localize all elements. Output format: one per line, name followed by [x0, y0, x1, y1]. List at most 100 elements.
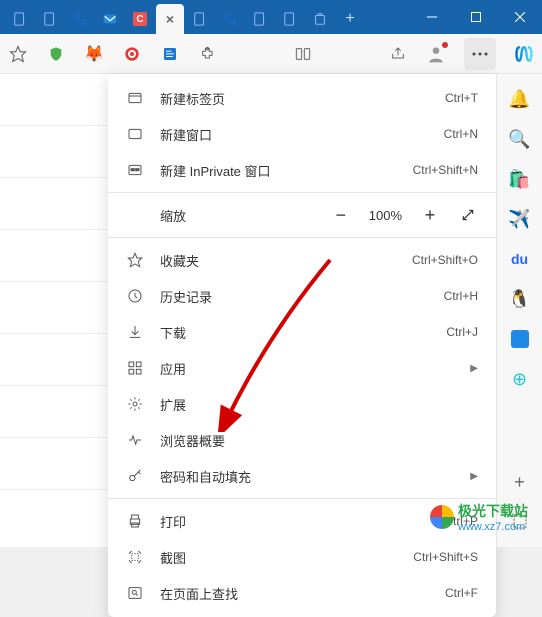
menu-label: 下载 [160, 323, 446, 342]
tab-item[interactable]: C [126, 4, 154, 34]
copilot-icon[interactable] [514, 44, 534, 64]
collections-icon[interactable] [160, 44, 180, 64]
shopping-icon[interactable]: 🛍️ [509, 168, 531, 190]
menu-browser-essentials[interactable]: 浏览器概要 [108, 422, 496, 458]
menu-separator [108, 498, 496, 499]
menu-shortcut: Ctrl+J [446, 325, 478, 339]
tab-item[interactable] [6, 4, 34, 34]
titlebar: 🐾 C × 🐾 + [0, 0, 542, 34]
menu-favorites[interactable]: 收藏夹 Ctrl+Shift+O [108, 242, 496, 278]
baidu-icon[interactable]: du [509, 248, 531, 270]
apps-icon [126, 359, 144, 377]
shield-icon[interactable] [46, 44, 66, 64]
menu-shortcut: Ctrl+H [444, 289, 478, 303]
find-icon [126, 584, 144, 602]
print-icon [126, 512, 144, 530]
new-tab-icon [126, 89, 144, 107]
cat-icon[interactable]: 🦊 [84, 44, 104, 64]
menu-history[interactable]: 历史记录 Ctrl+H [108, 278, 496, 314]
new-tab-button[interactable]: + [336, 4, 364, 34]
menu-label: 新建标签页 [160, 89, 445, 108]
toolbar: 🦊 [0, 34, 542, 74]
tab-item-active[interactable]: × [156, 4, 184, 34]
zoom-out-button[interactable]: − [331, 205, 351, 225]
menu-passwords[interactable]: 密码和自动填充 ▶ [108, 458, 496, 494]
tab-item[interactable] [246, 4, 274, 34]
profile-icon[interactable] [426, 44, 446, 64]
menu-new-inprivate[interactable]: 新建 InPrivate 窗口 Ctrl+Shift+N [108, 152, 496, 188]
qq-icon[interactable]: 🐧 [509, 288, 531, 310]
bell-icon[interactable]: 🔔 [509, 88, 531, 110]
send-icon[interactable]: ✈️ [509, 208, 531, 230]
right-sidebar: 🔔 🔍 🛍️ ✈️ du 🐧 ⊕ + [496, 74, 542, 547]
zoom-value: 100% [369, 208, 402, 223]
key-icon [126, 467, 144, 485]
puzzle-icon[interactable] [198, 44, 218, 64]
menu-label: 打印 [160, 512, 444, 531]
window-controls [410, 0, 542, 34]
new-window-icon [126, 125, 144, 143]
menu-label: 截图 [160, 548, 413, 567]
pulse-icon [126, 431, 144, 449]
extensions-icon [126, 395, 144, 413]
menu-screenshot[interactable]: 截图 Ctrl+Shift+S [108, 539, 496, 575]
cloud-icon[interactable]: ⊕ [509, 368, 531, 390]
fullscreen-button[interactable] [458, 205, 478, 225]
inprivate-icon [126, 161, 144, 179]
tab-item[interactable]: 🐾 [216, 4, 244, 34]
tab-item[interactable]: 🐾 [66, 4, 94, 34]
tab-item[interactable] [306, 4, 334, 34]
menu-extensions[interactable]: 扩展 [108, 386, 496, 422]
menu-label: 新建窗口 [160, 125, 444, 144]
settings-menu: 新建标签页 Ctrl+T 新建窗口 Ctrl+N 新建 InPrivate 窗口… [108, 74, 496, 617]
menu-label: 收藏夹 [160, 251, 412, 270]
star-icon[interactable] [8, 44, 28, 64]
menu-find[interactable]: 在页面上查找 Ctrl+F [108, 575, 496, 611]
more-button[interactable] [464, 38, 496, 70]
menu-downloads[interactable]: 下载 Ctrl+J [108, 314, 496, 350]
menu-shortcut: Ctrl+N [444, 127, 478, 141]
screenshot-icon [126, 548, 144, 566]
menu-new-window[interactable]: 新建窗口 Ctrl+N [108, 116, 496, 152]
menu-new-tab[interactable]: 新建标签页 Ctrl+T [108, 80, 496, 116]
menu-label: 历史记录 [160, 287, 444, 306]
menu-label: 密码和自动填充 [160, 467, 462, 486]
star-icon [126, 251, 144, 269]
history-icon [126, 287, 144, 305]
watermark: 极光下载站 www.xz7.com [430, 501, 528, 533]
menu-label: 浏览器概要 [160, 431, 478, 450]
menu-apps[interactable]: 应用 ▶ [108, 350, 496, 386]
tab-item[interactable] [276, 4, 304, 34]
search-icon[interactable]: 🔍 [509, 128, 531, 150]
target-icon[interactable] [122, 44, 142, 64]
tab-item[interactable] [96, 4, 124, 34]
share-icon[interactable] [388, 44, 408, 64]
add-icon[interactable]: + [509, 471, 531, 493]
menu-shortcut: Ctrl+Shift+O [412, 253, 478, 267]
menu-label: 在页面上查找 [160, 584, 445, 603]
close-button[interactable] [498, 0, 542, 34]
menu-label: 扩展 [160, 395, 478, 414]
tab-item[interactable] [186, 4, 214, 34]
app-icon[interactable] [509, 328, 531, 350]
menu-shortcut: Ctrl+Shift+N [413, 163, 478, 177]
watermark-logo [430, 505, 454, 529]
tab-item[interactable] [36, 4, 64, 34]
minimize-button[interactable] [410, 0, 454, 34]
menu-separator [108, 192, 496, 193]
tab-strip: 🐾 C × 🐾 + [0, 0, 410, 34]
menu-label: 应用 [160, 359, 462, 378]
maximize-button[interactable] [454, 0, 498, 34]
menu-shortcut: Ctrl+F [445, 586, 478, 600]
watermark-name: 极光下载站 [458, 501, 528, 521]
menu-shortcut: Ctrl+T [445, 91, 478, 105]
menu-shortcut: Ctrl+Shift+S [413, 550, 478, 564]
chevron-right-icon: ▶ [470, 363, 478, 374]
chevron-right-icon: ▶ [470, 471, 478, 482]
zoom-in-button[interactable]: + [420, 205, 440, 225]
content-area: 新建标签页 Ctrl+T 新建窗口 Ctrl+N 新建 InPrivate 窗口… [0, 74, 542, 547]
split-icon[interactable] [293, 44, 313, 64]
menu-label: 新建 InPrivate 窗口 [160, 161, 413, 180]
menu-separator [108, 237, 496, 238]
menu-zoom: 缩放 − 100% + [108, 197, 496, 233]
